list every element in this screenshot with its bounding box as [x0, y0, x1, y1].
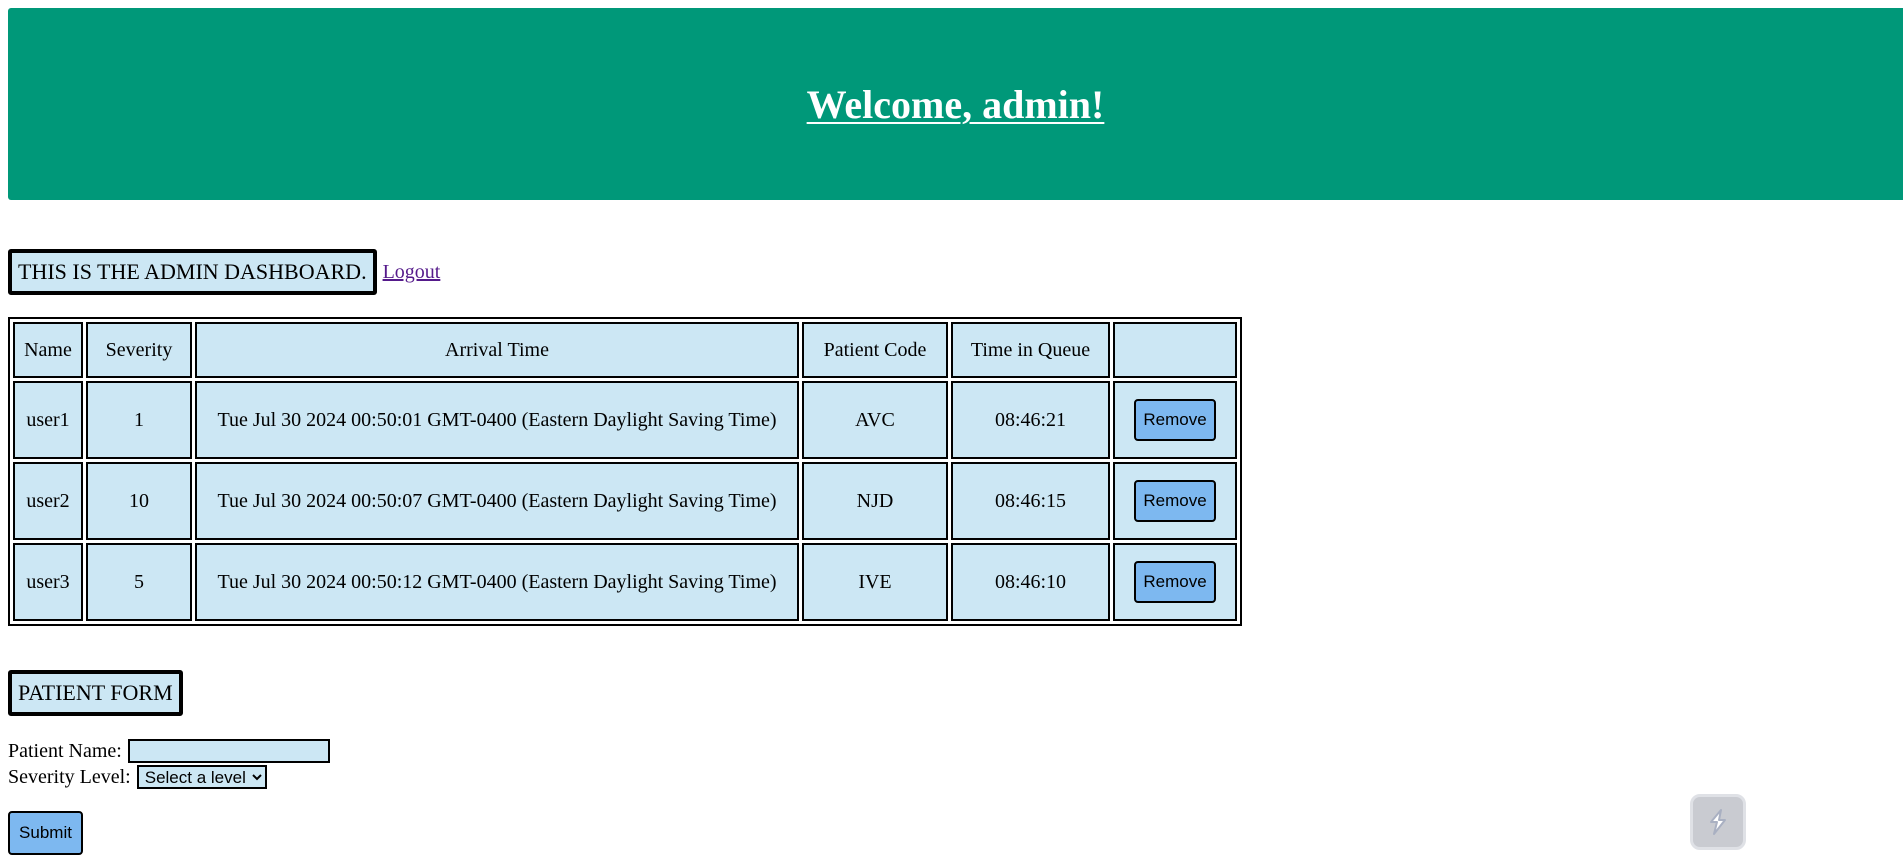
cell-name: user1 [13, 381, 83, 459]
column-header-severity: Severity [86, 322, 192, 378]
cell-action: Remove [1113, 462, 1237, 540]
logout-link[interactable]: Logout [383, 261, 441, 284]
remove-button[interactable]: Remove [1134, 399, 1216, 441]
table-row: user3 5 Tue Jul 30 2024 00:50:12 GMT-040… [13, 543, 1237, 621]
submit-button[interactable]: Submit [8, 811, 83, 855]
cell-name: user3 [13, 543, 83, 621]
cell-name: user2 [13, 462, 83, 540]
remove-button[interactable]: Remove [1134, 480, 1216, 522]
table-row: user1 1 Tue Jul 30 2024 00:50:01 GMT-040… [13, 381, 1237, 459]
cell-time-in-queue: 08:46:10 [951, 543, 1110, 621]
remove-button[interactable]: Remove [1134, 561, 1216, 603]
column-header-name: Name [13, 322, 83, 378]
cell-severity: 5 [86, 543, 192, 621]
cell-patient-code: NJD [802, 462, 948, 540]
cell-patient-code: AVC [802, 381, 948, 459]
patient-queue-table: Name Severity Arrival Time Patient Code … [8, 317, 1242, 626]
table-row: user2 10 Tue Jul 30 2024 00:50:07 GMT-04… [13, 462, 1237, 540]
dashboard-title: THIS IS THE ADMIN DASHBOARD. [8, 249, 377, 295]
patient-form: Patient Name: Severity Level: Select a l… [8, 738, 330, 790]
patient-form-title: PATIENT FORM [8, 670, 183, 716]
cell-patient-code: IVE [802, 543, 948, 621]
column-header-time-in-queue: Time in Queue [951, 322, 1110, 378]
patient-name-label: Patient Name: [8, 739, 122, 762]
floating-assistant-button[interactable] [1690, 794, 1746, 850]
cell-severity: 1 [86, 381, 192, 459]
column-header-arrival-time: Arrival Time [195, 322, 799, 378]
cell-time-in-queue: 08:46:15 [951, 462, 1110, 540]
patient-name-input[interactable] [127, 739, 330, 763]
severity-level-select[interactable]: Select a level [136, 765, 267, 789]
cell-action: Remove [1113, 543, 1237, 621]
column-header-actions [1113, 322, 1237, 378]
cell-arrival-time: Tue Jul 30 2024 00:50:07 GMT-0400 (Easte… [195, 462, 799, 540]
patient-queue-table-wrapper: Name Severity Arrival Time Patient Code … [8, 317, 1242, 626]
admin-dashboard-page: Welcome, admin! THIS IS THE ADMIN DASHBO… [0, 0, 1903, 856]
dashboard-header-row: THIS IS THE ADMIN DASHBOARD. Logout [8, 249, 440, 295]
lightning-bolt-icon [1710, 809, 1726, 835]
welcome-banner: Welcome, admin! [8, 8, 1903, 200]
welcome-heading: Welcome, admin! [806, 81, 1105, 127]
patient-name-row: Patient Name: [8, 738, 330, 764]
cell-time-in-queue: 08:46:21 [951, 381, 1110, 459]
cell-action: Remove [1113, 381, 1237, 459]
severity-level-row: Severity Level: Select a level [8, 764, 330, 790]
table-header-row: Name Severity Arrival Time Patient Code … [13, 322, 1237, 378]
severity-level-label: Severity Level: [8, 765, 131, 788]
cell-arrival-time: Tue Jul 30 2024 00:50:12 GMT-0400 (Easte… [195, 543, 799, 621]
column-header-patient-code: Patient Code [802, 322, 948, 378]
cell-arrival-time: Tue Jul 30 2024 00:50:01 GMT-0400 (Easte… [195, 381, 799, 459]
cell-severity: 10 [86, 462, 192, 540]
